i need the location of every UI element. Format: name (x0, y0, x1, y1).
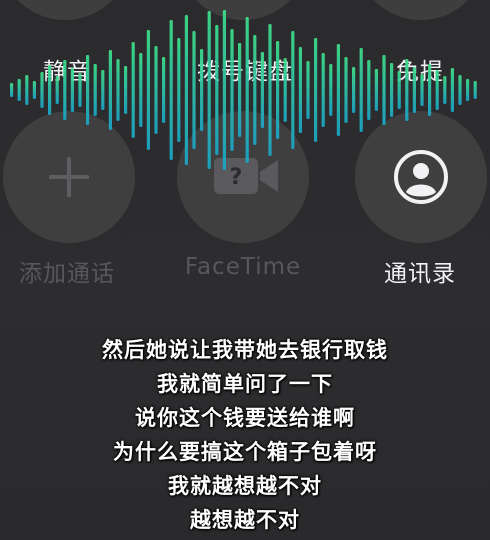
waveform-bar (154, 46, 158, 134)
mute-button[interactable] (0, 0, 131, 20)
phone-call-screen: 静音 拨号键盘 免提 ? 添加通话 FaceTime 通讯录 然后她说让我带她去… (0, 0, 490, 540)
facetime-icon: ? (210, 154, 282, 200)
subtitle-line: 越想越不对 (190, 508, 300, 532)
keypad-button[interactable] (177, 0, 309, 20)
keypad-label: 拨号键盘 (197, 59, 293, 85)
subtitle-block: 然后她说让我带她去银行取钱 我就简单问了一下 说你这个钱要送给谁啊 为什么要搞这… (0, 333, 490, 537)
waveform-bar (146, 30, 150, 150)
mute-label: 静音 (43, 59, 91, 85)
subtitle-line: 然后她说让我带她去银行取钱 (102, 338, 388, 362)
facetime-label: FaceTime (184, 254, 302, 280)
contacts-label: 通讯录 (384, 261, 456, 287)
subtitle-line: 我就越想越不对 (168, 474, 322, 498)
waveform-bar (291, 31, 295, 149)
waveform-bar (169, 20, 173, 160)
subtitle-line: 为什么要搞这个箱子包着呀 (113, 440, 377, 464)
add-call-label: 添加通话 (19, 261, 115, 287)
contacts-icon (391, 147, 451, 207)
plus-icon (44, 152, 94, 202)
speaker-label: 免提 (396, 59, 444, 85)
svg-text:?: ? (230, 165, 243, 190)
subtitle-line: 说你这个钱要送给谁啊 (135, 406, 355, 430)
subtitle-line: 我就简单问了一下 (157, 372, 333, 396)
speaker-button[interactable] (355, 0, 487, 20)
